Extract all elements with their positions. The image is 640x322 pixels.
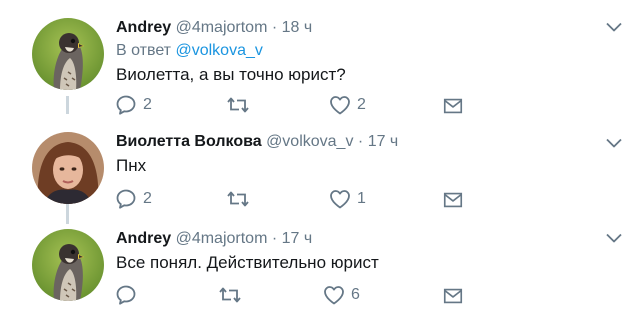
like-button[interactable]: 6	[322, 284, 360, 306]
reply-prefix: В ответ	[116, 42, 172, 59]
reply-count: 2	[143, 96, 152, 113]
tweet-header: Andrey @4majortom · 18 ч	[116, 18, 630, 38]
tweet-header: Виолетта Волкова @volkova_v · 17 ч	[116, 132, 630, 152]
chevron-down-icon[interactable]	[606, 22, 622, 32]
retweet-icon	[226, 93, 250, 117]
retweet-button[interactable]	[226, 188, 255, 210]
chevron-down-icon[interactable]	[606, 138, 622, 148]
envelope-icon	[442, 189, 464, 211]
author-handle[interactable]: @volkova_v	[266, 133, 353, 150]
tweet-text: Виолетта, а вы точно юрист?	[116, 65, 346, 84]
tweet-actions: 6	[114, 284, 474, 306]
reply-icon	[114, 93, 138, 117]
heart-icon	[322, 283, 346, 307]
retweet-button[interactable]	[226, 94, 255, 116]
author-handle[interactable]: @4majortom	[176, 19, 268, 36]
retweet-icon	[218, 283, 242, 307]
author-name[interactable]: Andrey	[116, 19, 171, 36]
reply-button[interactable]: 2	[114, 94, 152, 116]
timestamp[interactable]: 17 ч	[368, 133, 399, 150]
tweet-text: Все понял. Действительно юрист	[116, 253, 379, 272]
like-button[interactable]: 2	[328, 94, 366, 116]
author-handle[interactable]: @4majortom	[176, 230, 268, 247]
falcon-avatar-icon	[32, 18, 104, 90]
reply-icon	[114, 283, 138, 307]
reply-button[interactable]	[114, 284, 143, 306]
reply-context: В ответ @volkova_v	[116, 41, 630, 61]
retweet-icon	[226, 187, 250, 211]
woman-avatar-icon	[32, 132, 104, 204]
chevron-down-icon[interactable]	[606, 233, 622, 243]
tweet[interactable]: Виолетта Волкова @volkova_v · 17 ч Пнх 2…	[0, 120, 640, 225]
heart-icon	[328, 93, 352, 117]
like-count: 2	[357, 96, 366, 113]
like-count: 6	[351, 286, 360, 303]
tweet-actions: 2 2	[114, 94, 474, 116]
like-button[interactable]: 1	[328, 188, 366, 210]
direct-message-button[interactable]	[442, 189, 464, 211]
avatar[interactable]	[32, 229, 104, 301]
envelope-icon	[442, 95, 464, 117]
envelope-icon	[442, 285, 464, 307]
tweet[interactable]: Andrey @4majortom · 17 ч Все понял. Дейс…	[0, 225, 640, 322]
tweet-text: Пнх	[116, 156, 147, 175]
avatar[interactable]	[32, 132, 104, 204]
reply-button[interactable]: 2	[114, 188, 152, 210]
avatar[interactable]	[32, 18, 104, 90]
falcon-avatar-icon	[32, 229, 104, 301]
reply-count: 2	[143, 190, 152, 207]
like-count: 1	[357, 190, 366, 207]
direct-message-button[interactable]	[442, 95, 464, 117]
author-name[interactable]: Andrey	[116, 230, 171, 247]
heart-icon	[328, 187, 352, 211]
tweet-actions: 2 1	[114, 188, 474, 210]
direct-message-button[interactable]	[442, 285, 464, 307]
retweet-button[interactable]	[218, 284, 247, 306]
timestamp[interactable]: 18 ч	[282, 19, 313, 36]
separator: ·	[271, 19, 278, 36]
timestamp[interactable]: 17 ч	[282, 230, 313, 247]
tweet-header: Andrey @4majortom · 17 ч	[116, 229, 630, 249]
tweet[interactable]: Andrey @4majortom · 18 ч В ответ @volkov…	[0, 0, 640, 120]
reply-icon	[114, 187, 138, 211]
separator: ·	[271, 230, 278, 247]
reply-mention-link[interactable]: @volkova_v	[175, 42, 262, 59]
author-name[interactable]: Виолетта Волкова	[116, 133, 262, 150]
separator: ·	[357, 133, 364, 150]
